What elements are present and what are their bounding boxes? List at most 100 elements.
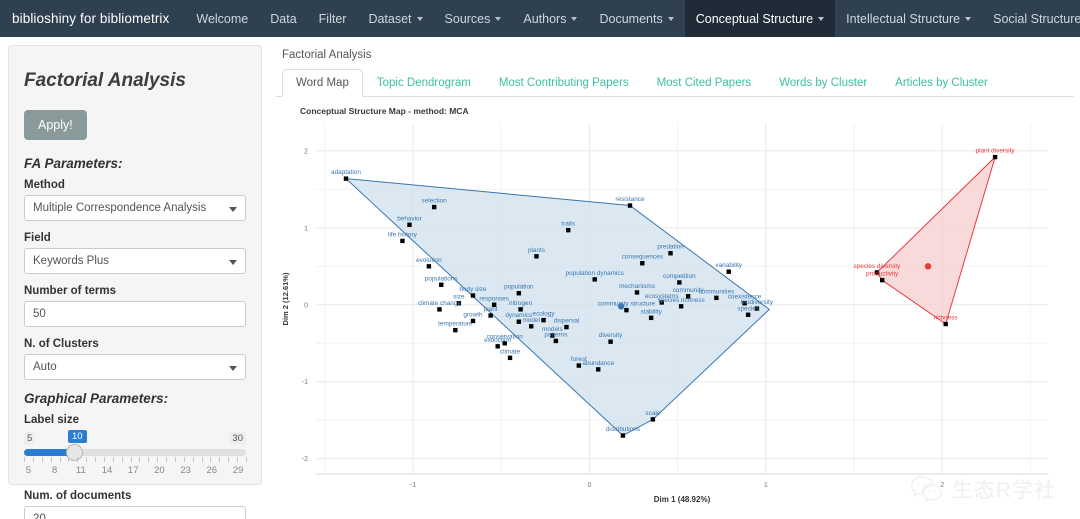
data-point — [608, 339, 613, 344]
clusters-select[interactable]: Auto — [24, 354, 246, 380]
nav-item-data[interactable]: Data — [259, 0, 307, 37]
nav-item-welcome[interactable]: Welcome — [185, 0, 259, 37]
point-label: nitrogen — [509, 300, 533, 307]
sidebar-panel: Factorial Analysis Apply! FA Parameters:… — [8, 45, 262, 519]
sidebar-column: Factorial Analysis Apply! FA Parameters:… — [0, 37, 270, 519]
nav-item-filter[interactable]: Filter — [308, 0, 358, 37]
method-label: Method — [24, 179, 65, 191]
data-point — [426, 264, 432, 269]
nav-item-label: Welcome — [196, 11, 249, 26]
apply-button[interactable]: Apply! — [24, 110, 87, 140]
point-label: evolution — [416, 257, 442, 264]
point-label: stability — [640, 308, 662, 315]
slider-tick — [139, 457, 141, 462]
label-size-tick-labels: 5 8 11 14 17 20 23 26 29 — [24, 465, 246, 478]
slider-tick — [77, 457, 79, 462]
data-point — [516, 291, 522, 296]
chevron-down-icon — [571, 16, 578, 21]
slider-tick — [121, 457, 123, 462]
data-point — [437, 307, 442, 312]
slider-tick — [148, 457, 150, 462]
nav-item-social-structure[interactable]: Social Structure — [982, 0, 1080, 37]
nav-item-label: Data — [270, 11, 297, 26]
point-label: scale — [645, 410, 660, 417]
slider-tick — [210, 457, 212, 462]
data-point — [596, 367, 601, 372]
data-point — [488, 313, 493, 318]
label-size-value: 10 — [68, 430, 87, 443]
point-label: patterns — [544, 331, 567, 338]
x-tick-label: -1 — [410, 482, 416, 489]
num-documents-value: 20 — [33, 513, 46, 519]
tab-most-contributing-papers[interactable]: Most Contributing Papers — [485, 69, 643, 97]
nav-item-sources[interactable]: Sources — [434, 0, 513, 37]
slider-tick-label: 23 — [180, 465, 191, 476]
tab-articles-by-cluster[interactable]: Articles by Cluster — [881, 69, 1002, 97]
tab-words-by-cluster[interactable]: Words by Cluster — [765, 69, 881, 97]
data-point — [453, 327, 458, 333]
num-documents-input[interactable]: 20 — [24, 506, 246, 519]
nav-item-conceptual-structure[interactable]: Conceptual Structure — [684, 0, 836, 37]
data-point — [518, 307, 523, 312]
point-label: population dynamics — [566, 270, 624, 277]
point-label: extinction — [484, 337, 511, 344]
y-tick-label: 1 — [304, 225, 308, 232]
nav-item-label: Social Structure — [993, 11, 1080, 26]
label-size-track[interactable] — [24, 444, 246, 461]
field-selected-value: Keywords Plus — [33, 255, 110, 267]
nav-item-label: Filter — [318, 11, 347, 26]
app-brand[interactable]: biblioshiny for bibliometrix — [0, 0, 185, 37]
nav-item-documents[interactable]: Documents — [588, 0, 684, 37]
field-select[interactable]: Keywords Plus — [24, 248, 246, 274]
data-point — [627, 203, 633, 208]
slider-tick-label: 17 — [127, 465, 139, 476]
tab-bar: Word Map Topic Dendrogram Most Contributin… — [276, 69, 1074, 97]
point-label: traits — [561, 221, 575, 228]
x-tick-label: 0 — [587, 482, 591, 489]
graphical-parameters-heading: Graphical Parameters: — [24, 391, 169, 406]
slider-tick-label: 5 — [25, 465, 32, 476]
number-of-terms-input[interactable]: 50 — [24, 301, 246, 327]
nav-item-label: Dataset — [368, 11, 412, 26]
chevron-down-icon — [818, 16, 825, 21]
slider-tick — [237, 457, 239, 462]
cluster-centroid — [924, 263, 932, 270]
nav-item-label: Documents — [599, 11, 663, 26]
data-point — [714, 295, 719, 301]
label-size-min: 5 — [24, 432, 36, 445]
nav-item-label: Authors — [523, 11, 567, 26]
slider-tick — [50, 457, 52, 462]
label-size-slider[interactable]: 5 10 30 5 8 11 14 17 20 23 26 29 — [24, 430, 247, 478]
nav-item-dataset[interactable]: Dataset — [357, 0, 433, 37]
tab-most-cited-papers[interactable]: Most Cited Papers — [643, 69, 766, 97]
point-label: populations — [425, 275, 458, 282]
point-label: climate change — [418, 300, 461, 307]
page-body: Factorial Analysis Apply! FA Parameters:… — [0, 37, 1080, 519]
chevron-down-icon — [416, 16, 423, 21]
plot-title: Conceptual Structure Map - method: MCA — [300, 106, 469, 116]
point-label: temperature — [438, 321, 473, 328]
point-label: climate — [500, 348, 521, 355]
nav-item-intellectual-structure[interactable]: Intellectual Structure — [835, 0, 982, 37]
point-label: plants — [528, 247, 545, 254]
method-select[interactable]: Multiple Correspondence Analysis — [24, 195, 246, 221]
data-point — [592, 277, 597, 282]
label-size-ticks — [24, 457, 247, 465]
slider-tick — [130, 457, 132, 462]
tab-topic-dendrogram[interactable]: Topic Dendrogram — [363, 69, 485, 97]
data-point — [650, 417, 656, 422]
slider-tick — [246, 457, 247, 462]
x-axis-title: Dim 1 (48.92%) — [654, 495, 711, 504]
slider-tick — [192, 457, 194, 462]
point-label: predation — [657, 244, 684, 251]
y-tick-label: 0 — [304, 302, 308, 309]
y-tick-label: -2 — [302, 456, 308, 463]
breadcrumb: Factorial Analysis — [282, 49, 372, 61]
data-point — [634, 290, 640, 295]
point-label: variability — [715, 262, 742, 269]
tab-word-map[interactable]: Word Map — [282, 69, 363, 97]
label-size-slider-top: 5 10 30 — [24, 430, 246, 446]
chevron-down-icon — [229, 207, 237, 212]
data-point — [992, 154, 998, 160]
nav-item-authors[interactable]: Authors — [512, 0, 588, 37]
